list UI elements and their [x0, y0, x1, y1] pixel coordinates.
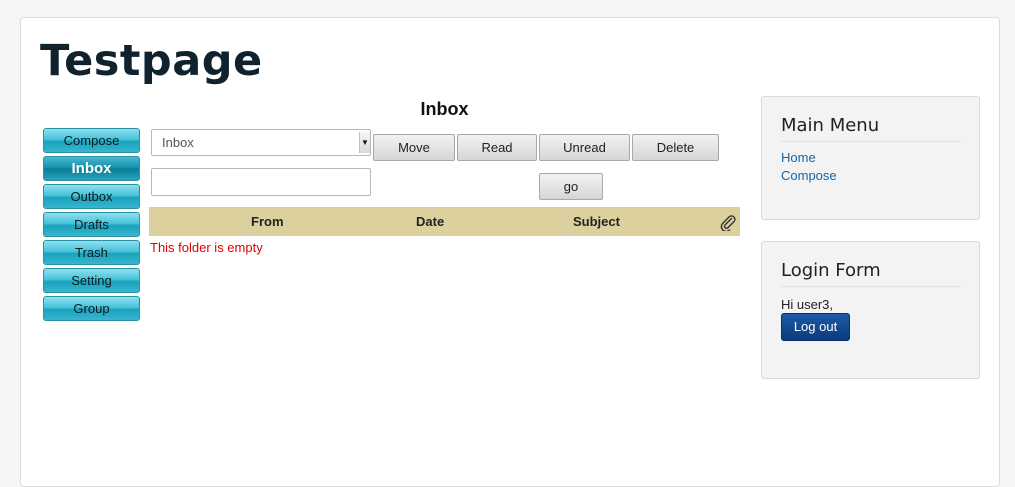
nav-drafts-button[interactable]: Drafts: [43, 212, 140, 237]
column-subject[interactable]: Subject: [573, 207, 620, 236]
nav-outbox-button[interactable]: Outbox: [43, 184, 140, 209]
column-from[interactable]: From: [251, 207, 284, 236]
nav-trash-button[interactable]: Trash: [43, 240, 140, 265]
paperclip-icon: [719, 213, 737, 233]
user-greeting: Hi user3,: [781, 297, 834, 312]
nav-compose-button[interactable]: Compose: [43, 128, 140, 153]
site-title: Testpage: [40, 36, 263, 86]
read-button[interactable]: Read: [457, 134, 537, 161]
logout-button[interactable]: Log out: [781, 313, 850, 341]
unread-button[interactable]: Unread: [539, 134, 630, 161]
login-form-title: Login Form: [781, 260, 961, 287]
folder-title: Inbox: [420, 99, 469, 119]
login-form-module: Login Form Hi user3, Log out: [761, 241, 980, 379]
delete-button[interactable]: Delete: [632, 134, 719, 161]
chevron-down-icon[interactable]: ▼: [359, 132, 370, 153]
message-table-header: From Date Subject: [149, 207, 740, 236]
main-menu-title: Main Menu: [781, 115, 961, 142]
folder-select[interactable]: Inbox ▼: [151, 129, 371, 156]
column-date[interactable]: Date: [416, 207, 444, 236]
empty-folder-message: This folder is empty: [150, 240, 263, 255]
folder-select-value: Inbox: [162, 135, 194, 150]
menu-link-home[interactable]: Home: [781, 150, 816, 165]
nav-inbox-button[interactable]: Inbox: [43, 156, 140, 181]
search-input[interactable]: [151, 168, 371, 196]
menu-link-compose[interactable]: Compose: [781, 168, 837, 183]
go-button[interactable]: go: [539, 173, 603, 200]
folder-nav: Compose Inbox Outbox Drafts Trash Settin…: [43, 128, 140, 324]
nav-group-button[interactable]: Group: [43, 296, 140, 321]
main-menu-module: Main Menu Home Compose: [761, 96, 980, 220]
nav-setting-button[interactable]: Setting: [43, 268, 140, 293]
move-button[interactable]: Move: [373, 134, 455, 161]
